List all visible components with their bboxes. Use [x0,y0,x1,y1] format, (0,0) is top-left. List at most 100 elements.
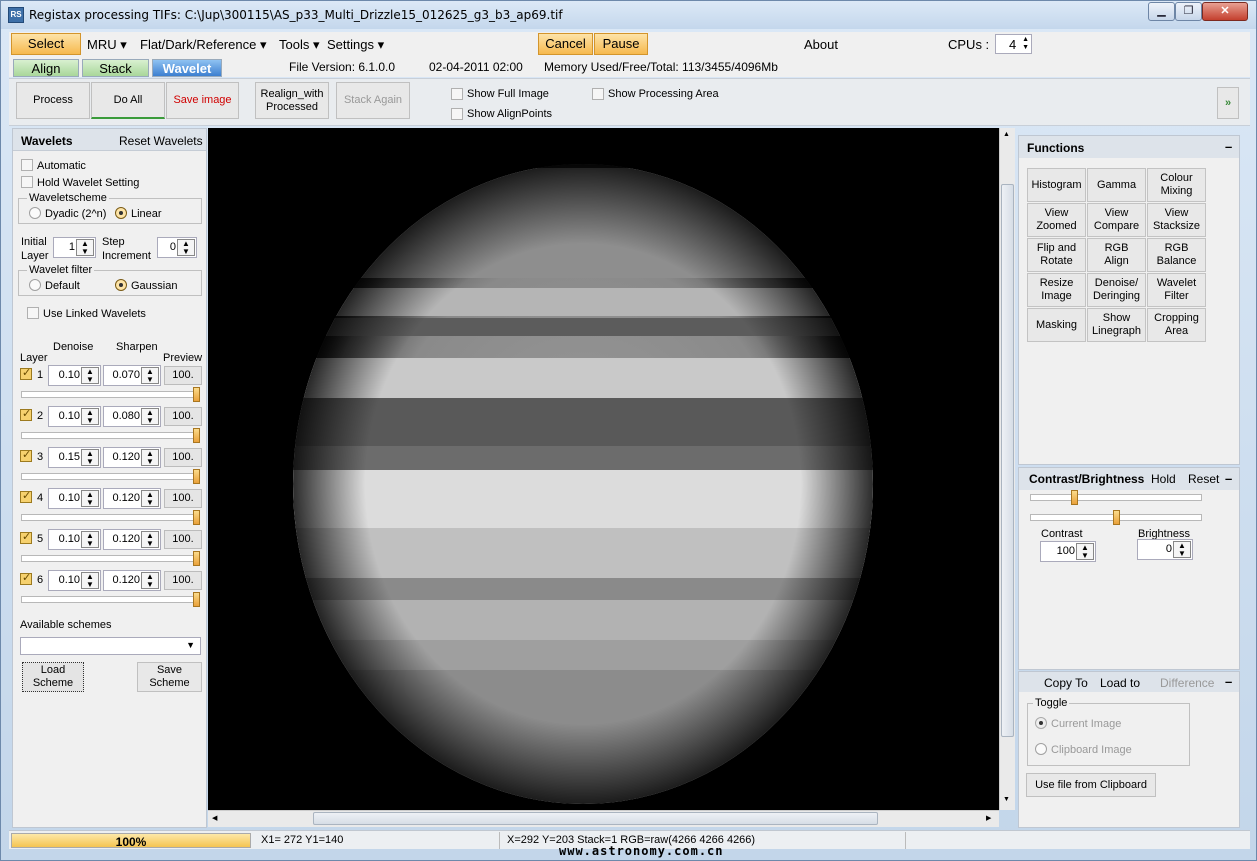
updown-arrows-icon[interactable]: ▲ ▼ [81,367,99,384]
sharpen-spinner[interactable]: 0.120 ▲ ▼ [103,570,161,591]
function-button-gamma[interactable]: Gamma [1087,168,1146,202]
maximize-button[interactable]: ❐ [1175,2,1202,21]
scroll-down-icon[interactable]: ▼ [1003,796,1010,803]
updown-arrows-icon[interactable]: ▲ ▼ [141,490,159,507]
image-viewport[interactable] [208,128,999,810]
use-file-from-clipboard-button[interactable]: Use file from Clipboard [1026,773,1156,797]
collapse-icon[interactable]: – [1225,471,1232,486]
do-all-button[interactable]: Do All [91,82,165,119]
contrast-slider-thumb[interactable] [1071,490,1078,505]
show-full-image-checkbox[interactable] [451,88,463,100]
brightness-slider-thumb[interactable] [1113,510,1120,525]
menu-tools[interactable]: Tools ▾ [279,37,320,53]
denoise-spinner[interactable]: 0.10 ▲ ▼ [48,488,101,509]
menu-flat-dark-reference[interactable]: Flat/Dark/Reference ▾ [140,37,266,53]
sharpen-spinner[interactable]: 0.120 ▲ ▼ [103,488,161,509]
function-button-masking[interactable]: Masking [1027,308,1086,342]
layer-enabled-checkbox[interactable]: ✓ [20,531,32,544]
select-button[interactable]: Select [11,33,81,55]
linear-radio[interactable] [115,207,127,219]
difference-button[interactable]: Difference [1160,676,1214,690]
menu-settings[interactable]: Settings ▾ [327,37,384,53]
function-button-cropping-area[interactable]: Cropping Area [1147,308,1206,342]
function-button-view-stacksize[interactable]: View Stacksize [1147,203,1206,237]
vertical-scrollbar[interactable]: ▲ ▼ [999,128,1015,810]
function-button-flip-and-rotate[interactable]: Flip and Rotate [1027,238,1086,272]
tab-wavelet[interactable]: Wavelet [152,59,222,77]
preview-button[interactable]: 100. [164,407,202,426]
layer-slider[interactable] [21,551,200,566]
current-image-radio[interactable] [1035,717,1047,729]
layer-enabled-checkbox[interactable]: ✓ [20,490,32,503]
horizontal-scroll-thumb[interactable] [313,812,878,825]
contrast-slider[interactable] [1030,490,1202,505]
layer-slider[interactable] [21,510,200,525]
sharpen-spinner[interactable]: 0.070 ▲ ▼ [103,365,161,386]
scroll-left-icon[interactable]: ◀ [212,814,217,822]
contrast-spinner[interactable]: 100 ▲ ▼ [1040,541,1096,562]
stack-again-button[interactable]: Stack Again [336,82,410,119]
denoise-spinner[interactable]: 0.10 ▲ ▼ [48,529,101,550]
default-filter-radio[interactable] [29,279,41,291]
layer-enabled-checkbox[interactable]: ✓ [20,367,32,380]
gaussian-filter-radio[interactable] [115,279,127,291]
contrast-hold-button[interactable]: Hold [1151,472,1176,486]
preview-button[interactable]: 100. [164,571,202,590]
scroll-right-icon[interactable]: ▶ [986,814,991,822]
scroll-up-icon[interactable]: ▲ [1003,131,1010,138]
reset-wavelets-button[interactable]: Reset Wavelets [119,134,203,148]
tab-stack[interactable]: Stack [82,59,149,77]
available-schemes-dropdown[interactable]: ▼ [20,637,201,655]
initial-layer-spinner[interactable]: 1 ▲ ▼ [53,237,96,258]
function-button-view-compare[interactable]: View Compare [1087,203,1146,237]
preview-button[interactable]: 100. [164,448,202,467]
denoise-spinner[interactable]: 0.15 ▲ ▼ [48,447,101,468]
function-button-histogram[interactable]: Histogram [1027,168,1086,202]
contrast-reset-button[interactable]: Reset [1188,472,1219,486]
denoise-spinner[interactable]: 0.10 ▲ ▼ [48,570,101,591]
save-image-button[interactable]: Save image [166,82,239,119]
denoise-spinner[interactable]: 0.10 ▲ ▼ [48,365,101,386]
function-button-rgb-align[interactable]: RGB Align [1087,238,1146,272]
use-linked-wavelets-checkbox[interactable] [27,307,39,319]
updown-arrows-icon[interactable]: ▲ ▼ [1173,541,1191,558]
spinner-arrows-icon[interactable]: ▲ ▼ [1022,36,1029,52]
updown-arrows-icon[interactable]: ▲ ▼ [81,490,99,507]
updown-arrows-icon[interactable]: ▲ ▼ [141,449,159,466]
process-button[interactable]: Process [16,82,90,119]
function-button-show-linegraph[interactable]: Show Linegraph [1087,308,1146,342]
pause-button[interactable]: Pause [594,33,648,55]
function-button-rgb-balance[interactable]: RGB Balance [1147,238,1206,272]
function-button-resize-image[interactable]: Resize Image [1027,273,1086,307]
layer-slider-thumb[interactable] [193,592,200,607]
show-processing-area-checkbox[interactable] [592,88,604,100]
automatic-checkbox[interactable] [21,159,33,171]
dyadic-radio[interactable] [29,207,41,219]
updown-arrows-icon[interactable]: ▲ ▼ [141,572,159,589]
preview-button[interactable]: 100. [164,530,202,549]
layer-slider[interactable] [21,428,200,443]
layer-slider[interactable] [21,592,200,607]
updown-arrows-icon[interactable]: ▲ ▼ [141,531,159,548]
collapse-icon[interactable]: – [1225,674,1232,689]
layer-slider-thumb[interactable] [193,551,200,566]
updown-arrows-icon[interactable]: ▲ ▼ [141,367,159,384]
layer-enabled-checkbox[interactable]: ✓ [20,449,32,462]
updown-arrows-icon[interactable]: ▲ ▼ [81,572,99,589]
updown-arrows-icon[interactable]: ▲ ▼ [141,408,159,425]
preview-button[interactable]: 100. [164,366,202,385]
menu-about[interactable]: About [804,37,838,52]
layer-slider-thumb[interactable] [193,387,200,402]
cancel-button[interactable]: Cancel [538,33,593,55]
function-button-view-zoomed[interactable]: View Zoomed [1027,203,1086,237]
updown-arrows-icon[interactable]: ▲ ▼ [81,531,99,548]
denoise-spinner[interactable]: 0.10 ▲ ▼ [48,406,101,427]
layer-slider[interactable] [21,387,200,402]
layer-enabled-checkbox[interactable]: ✓ [20,572,32,585]
tab-align[interactable]: Align [13,59,79,77]
layer-enabled-checkbox[interactable]: ✓ [20,408,32,421]
layer-slider[interactable] [21,469,200,484]
brightness-spinner[interactable]: 0 ▲ ▼ [1137,539,1193,560]
minimize-button[interactable]: ▁ [1148,2,1175,21]
updown-arrows-icon[interactable]: ▲ ▼ [76,239,94,256]
